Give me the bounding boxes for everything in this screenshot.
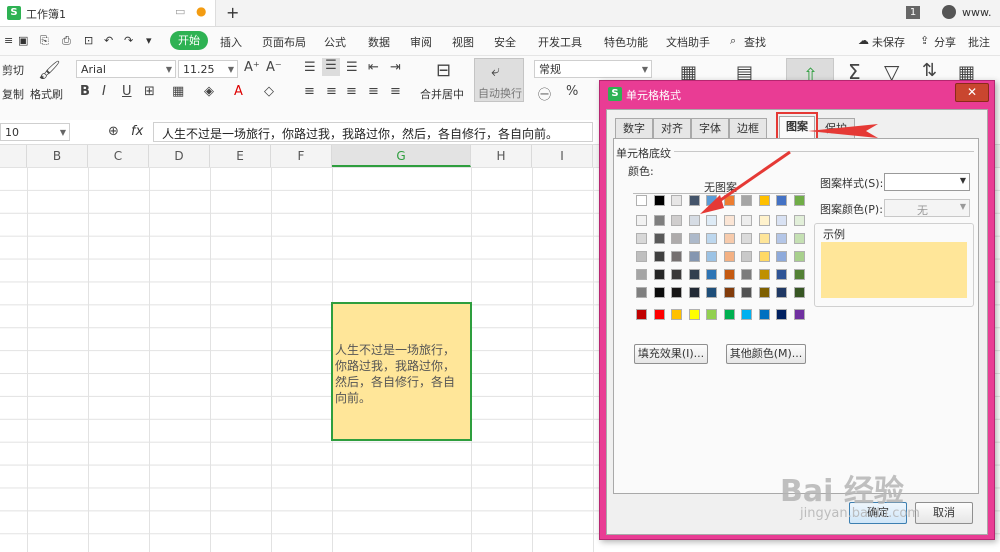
watermark-logo: Bai 经验 bbox=[780, 474, 904, 509]
arrow-head bbox=[700, 195, 724, 214]
watermark-url: jingyan.baidu.com bbox=[800, 506, 920, 521]
arrow-to-tab bbox=[808, 124, 878, 138]
arrow-to-palette bbox=[711, 150, 791, 208]
